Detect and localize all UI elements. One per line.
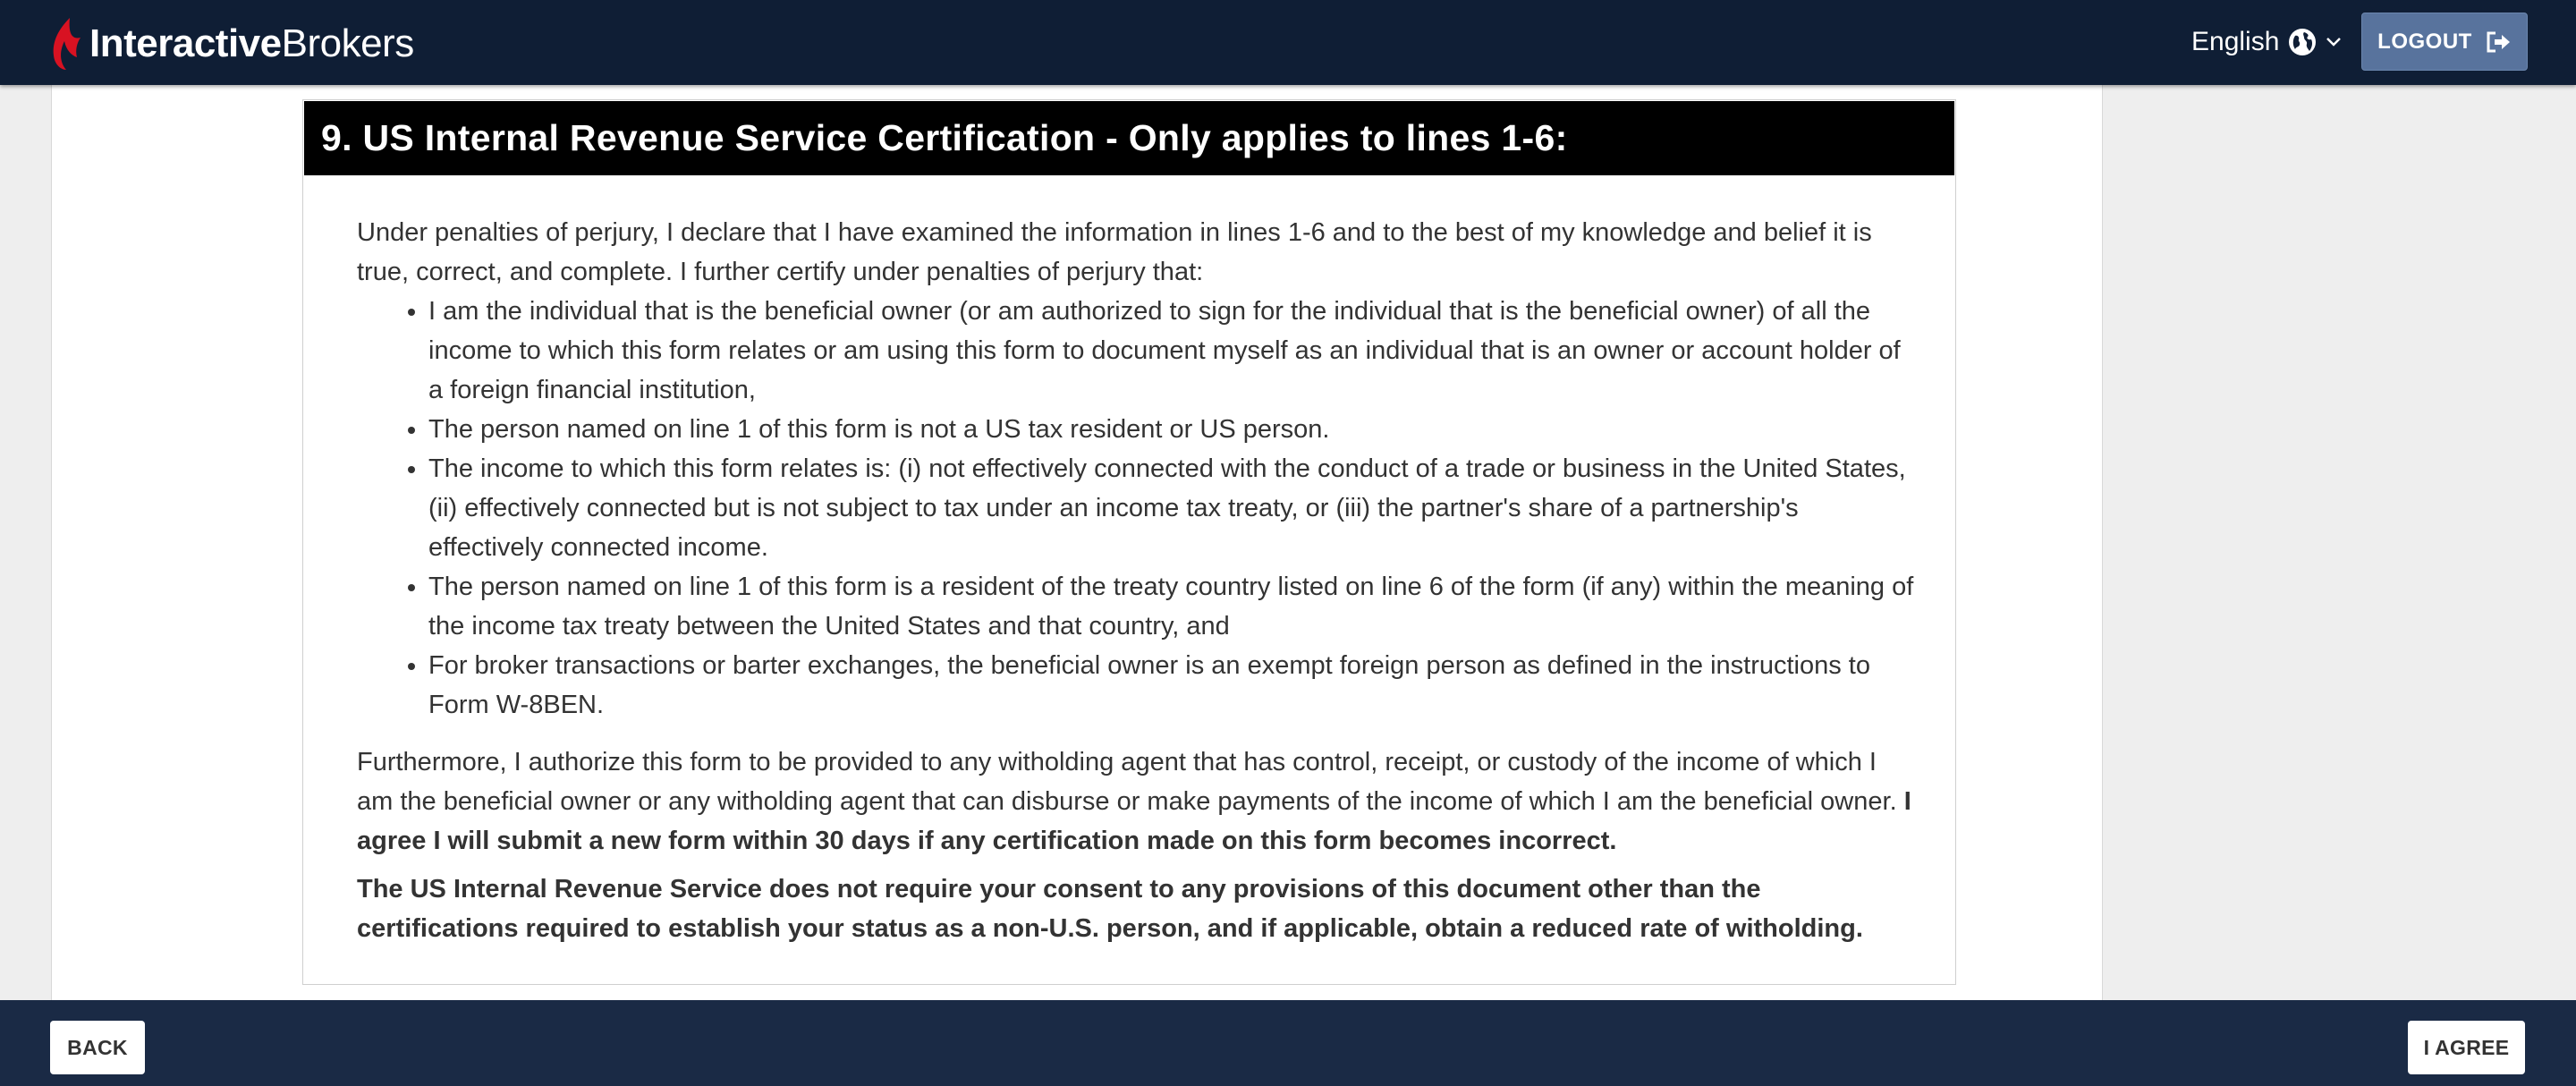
brand-name-bold: Interactive [89, 21, 282, 65]
brand-logo[interactable]: InteractiveBrokers [50, 16, 414, 72]
certification-list: I am the individual that is the benefici… [357, 292, 1918, 725]
chevron-down-icon [2326, 38, 2342, 47]
brand-name: InteractiveBrokers [89, 21, 414, 66]
top-navigation-bar: InteractiveBrokers English LOGOUT [0, 0, 2576, 85]
language-selector[interactable]: English [2191, 21, 2342, 63]
certification-item: For broker transactions or barter exchan… [428, 646, 1918, 725]
logout-label: LOGOUT [2377, 29, 2472, 54]
authorization-paragraph: Furthermore, I authorize this form to be… [357, 742, 1918, 861]
brand-name-light: Brokers [281, 21, 415, 65]
sign-out-icon [2487, 31, 2510, 52]
certification-item: The person named on line 1 of this form … [428, 410, 1918, 449]
irs-consent-notice: The US Internal Revenue Service does not… [357, 875, 1863, 943]
globe-icon [2289, 29, 2317, 55]
logout-button[interactable]: LOGOUT [2361, 13, 2528, 71]
irs-certification-panel: 9. US Internal Revenue Service Certifica… [302, 99, 1956, 985]
certification-intro: Under penalties of perjury, I declare th… [357, 218, 1872, 286]
panel-title: 9. US Internal Revenue Service Certifica… [304, 101, 1954, 175]
back-label: BACK [67, 1035, 128, 1059]
main-content-column: 9. US Internal Revenue Service Certifica… [51, 0, 2103, 1086]
i-agree-label: I AGREE [2423, 1035, 2510, 1059]
language-label: English [2191, 27, 2280, 56]
certification-item: I am the individual that is the benefici… [428, 292, 1918, 410]
panel-body: Under penalties of perjury, I declare th… [357, 213, 1918, 948]
certification-item: The income to which this form relates is… [428, 449, 1918, 567]
flame-logo-icon [53, 18, 80, 70]
i-agree-button[interactable]: I AGREE [2408, 1021, 2525, 1074]
bottom-action-bar: BACK I AGREE [0, 1000, 2576, 1086]
certification-item: The person named on line 1 of this form … [428, 567, 1918, 646]
back-button[interactable]: BACK [50, 1021, 145, 1074]
authorization-text: Furthermore, I authorize this form to be… [357, 748, 1897, 816]
